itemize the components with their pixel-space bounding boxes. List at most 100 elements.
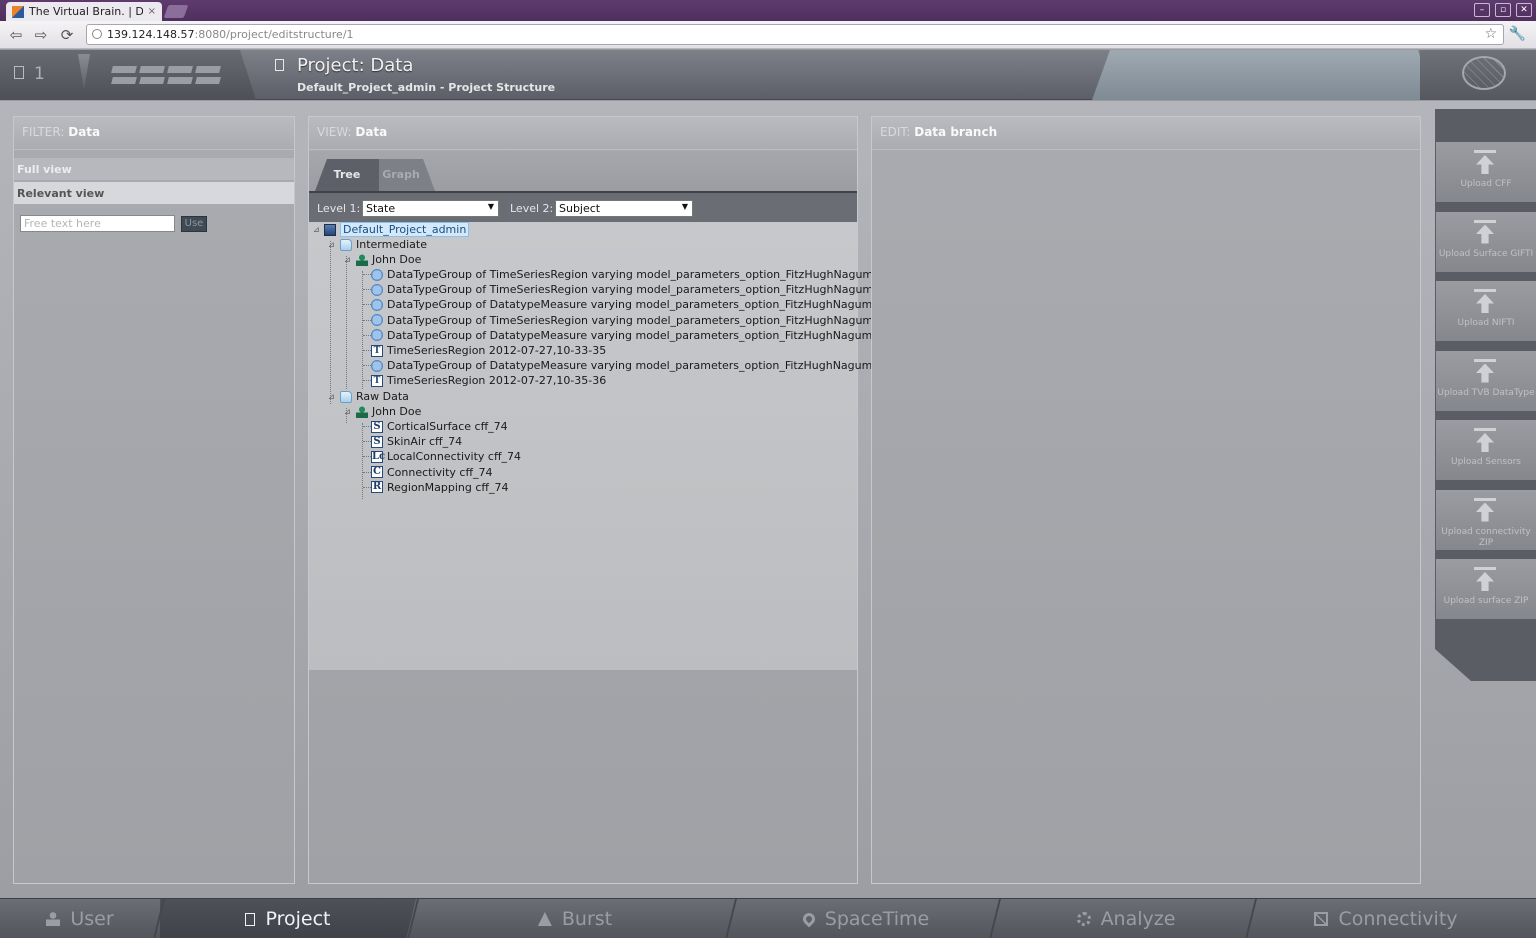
browser-toolbar: ⇦ ⇨ ⟳ 139.124.148.57:8080/project/editst… <box>0 21 1536 49</box>
level1-select[interactable]: State ▼ <box>362 200 499 217</box>
new-tab-button[interactable] <box>163 5 189 18</box>
tree-node-label[interactable]: Intermediate <box>356 238 427 251</box>
tree-leaf[interactable]: S SkinAir cff_74 <box>371 434 462 449</box>
tree-connector <box>363 289 371 291</box>
tree-leaf[interactable]: S CorticalSurface cff_74 <box>371 419 508 434</box>
filter-use-button[interactable]: Use <box>181 216 207 232</box>
datatype-icon: R <box>371 481 383 494</box>
level1-value: State <box>366 202 396 215</box>
tree-leaf[interactable]: T TimeSeriesRegion 2012-07-27,10-35-36 <box>371 373 606 388</box>
nav-analyze[interactable]: Analyze <box>998 899 1254 938</box>
address-bar[interactable]: 139.124.148.57:8080/project/editstructur… <box>86 24 1504 45</box>
forward-arrow-icon[interactable]: ⇨ <box>32 26 50 44</box>
collapse-icon[interactable]: ⊿ <box>344 256 352 264</box>
bookmark-star-icon[interactable]: ☆ <box>1484 25 1497 44</box>
site-info-icon[interactable] <box>92 29 102 39</box>
tree-node-user[interactable]: John Doe <box>356 252 421 267</box>
tree-node-label[interactable]: John Doe <box>372 253 421 266</box>
tree-leaf-label[interactable]: TimeSeriesRegion 2012-07-27,10-35-36 <box>387 374 606 387</box>
tree-leaf-label[interactable]: Connectivity cff_74 <box>387 466 493 479</box>
filter-full-view[interactable]: Full view <box>14 158 294 180</box>
tree-leaf-label[interactable]: CorticalSurface cff_74 <box>387 420 508 433</box>
tree-node-label[interactable]: Default_Project_admin <box>340 222 470 237</box>
header-message-area <box>1092 50 1434 100</box>
tree-leaf-label[interactable]: LocalConnectivity cff_74 <box>387 450 521 463</box>
collapse-icon[interactable]: ⊿ <box>328 393 336 401</box>
dropdown-arrow-icon: ▼ <box>487 202 494 211</box>
tree-node-raw-data[interactable]: Raw Data <box>340 389 409 404</box>
tree-node-intermediate[interactable]: Intermediate <box>340 237 427 252</box>
tree-leaf[interactable]: R RegionMapping cff_74 <box>371 480 508 495</box>
favicon-icon <box>12 5 24 18</box>
menu-bar-icon[interactable] <box>167 66 193 73</box>
tree-leaf-label[interactable]: TimeSeriesRegion 2012-07-27,10-33-35 <box>387 344 606 357</box>
minimize-button[interactable]: – <box>1474 3 1490 17</box>
tree-node-label[interactable]: Raw Data <box>356 390 409 403</box>
upload-button[interactable]: Upload TVB DataType <box>1436 350 1536 411</box>
user-icon <box>356 405 368 418</box>
tab-tree[interactable]: Tree <box>315 159 379 191</box>
nav-label: Burst <box>561 908 613 930</box>
browser-tab[interactable]: The Virtual Brain. | Def × <box>6 2 162 21</box>
datatype-group-icon <box>371 268 383 281</box>
upload-button[interactable]: Upload surface ZIP <box>1436 559 1536 619</box>
tree-leaf-label[interactable]: SkinAir cff_74 <box>387 435 462 448</box>
back-arrow-icon[interactable]: ⇦ <box>7 26 25 44</box>
reload-icon[interactable]: ⟳ <box>58 26 76 44</box>
app-header: 1 Project: Data Default_Project_admin - … <box>0 50 1536 100</box>
datatype-group-icon <box>371 359 383 372</box>
nav-project[interactable]: Project <box>160 899 416 938</box>
project-icon <box>324 223 336 236</box>
nav-spacetime[interactable]: SpaceTime <box>734 899 998 938</box>
upload-button[interactable]: Upload NIFTI <box>1436 281 1536 341</box>
collapse-icon[interactable]: ⊿ <box>313 226 321 234</box>
level2-select[interactable]: Subject ▼ <box>555 200 693 217</box>
tree-connector <box>363 441 371 443</box>
close-window-button[interactable]: ✕ <box>1516 3 1532 17</box>
tree-node-label[interactable]: John Doe <box>372 405 421 418</box>
datatype-icon: S <box>371 420 383 433</box>
tree-connector <box>363 334 371 336</box>
page-subtitle: Default_Project_admin - Project Structur… <box>297 81 556 94</box>
menu-bar-icon[interactable] <box>167 77 193 84</box>
document-icon <box>245 912 256 926</box>
menu-bar-icon[interactable] <box>111 77 137 84</box>
upload-button[interactable]: Upload Sensors <box>1436 420 1536 480</box>
menu-bar-icon[interactable] <box>139 77 165 84</box>
filter-search-input[interactable] <box>20 215 175 232</box>
menu-bar-icon[interactable] <box>195 66 221 73</box>
collapse-icon[interactable]: ⊿ <box>344 408 352 416</box>
menu-bar-icon[interactable] <box>111 66 137 73</box>
menu-bar-icon[interactable] <box>139 66 165 73</box>
upload-button[interactable]: Upload Surface GIFTI <box>1436 211 1536 272</box>
upload-button[interactable]: Upload connectivity ZIP <box>1436 489 1536 550</box>
wrench-icon[interactable]: 🔧 <box>1509 26 1526 42</box>
tree-connector <box>363 350 371 351</box>
bottom-navigation: User Project Burst SpaceTime Analyze Con… <box>0 898 1536 938</box>
upload-button[interactable]: Upload CFF <box>1436 142 1536 202</box>
tree-node-root[interactable]: Default_Project_admin <box>324 222 470 237</box>
tree-leaf-label[interactable]: RegionMapping cff_74 <box>387 481 508 494</box>
tab-close-icon[interactable]: × <box>148 6 156 17</box>
filter-panel: FILTER: Data Full view Relevant view Use <box>13 116 295 884</box>
tree-node-user[interactable]: John Doe <box>356 404 421 419</box>
timeseries-icon: T <box>371 344 383 357</box>
tree-leaf[interactable]: C Connectivity cff_74 <box>371 465 493 480</box>
upload-arrow-icon <box>1474 150 1496 174</box>
nav-connectivity[interactable]: Connectivity <box>1254 899 1518 938</box>
maximize-button[interactable]: ▫ <box>1495 3 1511 17</box>
tree-leaf[interactable]: Lc LocalConnectivity cff_74 <box>371 449 521 464</box>
nav-burst[interactable]: Burst <box>416 899 734 938</box>
upload-label: Upload CFF <box>1460 179 1512 189</box>
view-name: Data <box>355 125 388 139</box>
filter-relevant-view[interactable]: Relevant view <box>14 182 294 204</box>
collapse-icon[interactable]: ⊿ <box>328 241 336 249</box>
tree-leaf[interactable]: T TimeSeriesRegion 2012-07-27,10-33-35 <box>371 343 606 358</box>
tvb-brain-logo-icon[interactable] <box>1462 56 1506 90</box>
nav-user[interactable]: User <box>0 899 160 938</box>
datatype-icon: C <box>371 466 383 479</box>
view-tabs: Graph Tree <box>309 151 857 191</box>
datatype-group-icon <box>371 314 383 327</box>
connectivity-icon <box>1314 912 1329 926</box>
menu-bar-icon[interactable] <box>195 77 221 84</box>
